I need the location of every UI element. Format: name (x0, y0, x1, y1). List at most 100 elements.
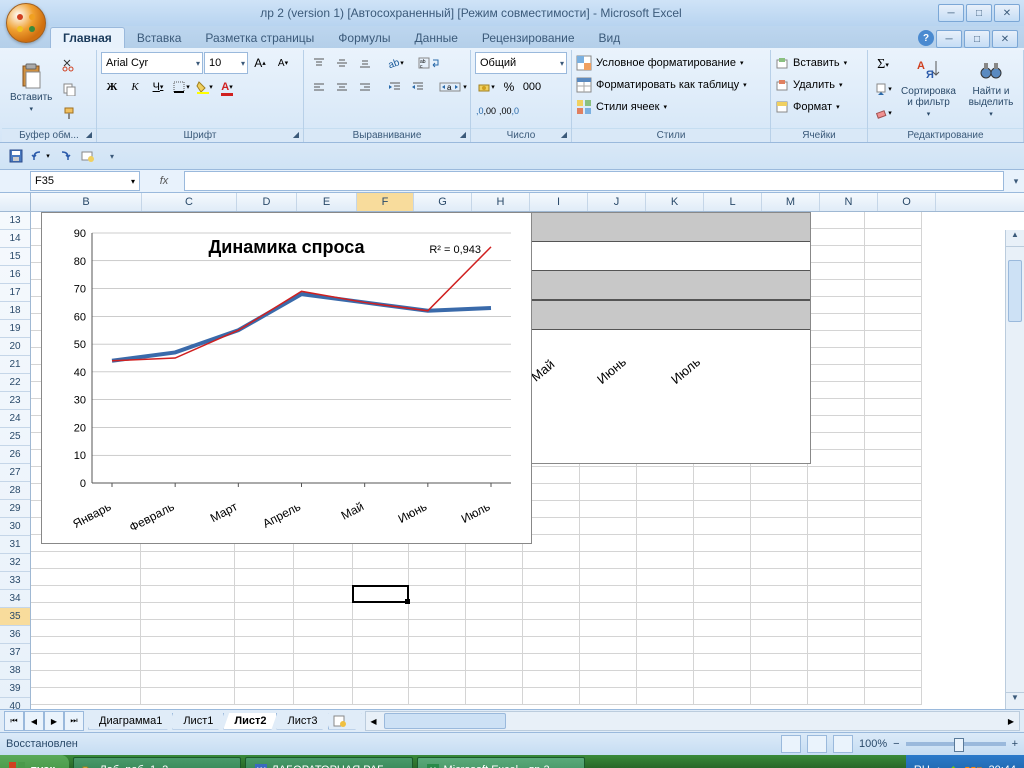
cell[interactable] (31, 688, 141, 705)
cell[interactable] (409, 603, 466, 620)
row-header[interactable]: 27 (0, 464, 30, 482)
name-box[interactable]: F35▾ (30, 171, 140, 191)
cell[interactable] (808, 586, 865, 603)
cell[interactable] (466, 654, 523, 671)
cell[interactable] (751, 535, 808, 552)
cell[interactable] (808, 416, 865, 433)
view-normal-button[interactable] (781, 735, 801, 753)
qat-custom-button[interactable] (78, 146, 98, 166)
cell[interactable] (580, 552, 637, 569)
cell[interactable] (808, 654, 865, 671)
cell[interactable] (141, 586, 235, 603)
cell[interactable] (235, 552, 294, 569)
cell[interactable] (694, 637, 751, 654)
merge-button[interactable]: a▾ (437, 76, 469, 98)
redo-button[interactable] (54, 146, 74, 166)
row-header[interactable]: 14 (0, 230, 30, 248)
wrap-text-button[interactable]: abc (414, 52, 446, 74)
cell[interactable] (235, 569, 294, 586)
cell[interactable] (31, 671, 141, 688)
align-top-button[interactable] (308, 52, 330, 74)
row-header[interactable]: 35 (0, 608, 30, 626)
cell[interactable] (694, 569, 751, 586)
cut-button[interactable] (58, 54, 80, 76)
cell[interactable] (580, 467, 637, 484)
cell[interactable] (580, 535, 637, 552)
percent-button[interactable]: % (498, 76, 520, 98)
copy-button[interactable] (58, 78, 80, 100)
cell[interactable] (523, 569, 580, 586)
cell[interactable] (580, 501, 637, 518)
insert-cells-button[interactable]: Вставить▾ (775, 52, 847, 74)
cell[interactable] (865, 654, 922, 671)
cell[interactable] (637, 654, 694, 671)
cell[interactable] (637, 501, 694, 518)
launcher-icon[interactable]: ◢ (84, 130, 94, 140)
cell[interactable] (409, 637, 466, 654)
row-header[interactable]: 34 (0, 590, 30, 608)
cell[interactable] (637, 552, 694, 569)
cell[interactable] (637, 671, 694, 688)
expand-formula-icon[interactable]: ▾ (1008, 176, 1024, 187)
cell[interactable] (694, 620, 751, 637)
cell[interactable] (808, 399, 865, 416)
cell[interactable] (409, 671, 466, 688)
tab-view[interactable]: Вид (587, 28, 633, 48)
cell[interactable] (694, 654, 751, 671)
cell[interactable] (865, 212, 922, 229)
cell[interactable] (751, 569, 808, 586)
cell[interactable] (808, 637, 865, 654)
cell[interactable] (409, 586, 466, 603)
cell[interactable] (865, 671, 922, 688)
cell[interactable] (235, 688, 294, 705)
col-header[interactable]: B (31, 193, 142, 211)
cell[interactable] (808, 280, 865, 297)
row-header[interactable]: 17 (0, 284, 30, 302)
cell[interactable] (31, 654, 141, 671)
cell[interactable] (353, 671, 409, 688)
minimize-button[interactable]: ─ (938, 4, 964, 22)
cell[interactable] (31, 552, 141, 569)
sheet-tab[interactable]: Лист3 (276, 713, 328, 730)
cell[interactable] (294, 671, 353, 688)
cell[interactable] (865, 280, 922, 297)
cell[interactable] (865, 535, 922, 552)
sheet-nav-first[interactable]: ⏮ (4, 711, 24, 731)
cell[interactable] (353, 620, 409, 637)
cell[interactable] (141, 603, 235, 620)
border-button[interactable]: ▾ (170, 76, 192, 98)
cell[interactable] (235, 603, 294, 620)
indent-dec-button[interactable] (384, 76, 406, 98)
cell[interactable] (808, 365, 865, 382)
delete-cells-button[interactable]: Удалить▾ (775, 74, 843, 96)
cell[interactable] (865, 552, 922, 569)
row-header[interactable]: 31 (0, 536, 30, 554)
align-right-button[interactable] (354, 76, 376, 98)
cell[interactable] (141, 569, 235, 586)
cell[interactable] (865, 620, 922, 637)
cell[interactable] (637, 620, 694, 637)
col-header[interactable]: G (414, 193, 472, 211)
tab-data[interactable]: Данные (403, 28, 470, 48)
cell[interactable] (141, 637, 235, 654)
cell[interactable] (637, 535, 694, 552)
cell[interactable] (808, 212, 865, 229)
shrink-font-button[interactable]: A▾ (272, 52, 294, 74)
clock[interactable]: 20:44 (988, 764, 1016, 768)
indent-inc-button[interactable] (407, 76, 429, 98)
cell[interactable] (353, 552, 409, 569)
cell[interactable] (865, 297, 922, 314)
tab-layout[interactable]: Разметка страницы (193, 28, 326, 48)
office-button[interactable] (6, 3, 46, 43)
row-header[interactable]: 25 (0, 428, 30, 446)
cell[interactable] (808, 688, 865, 705)
zoom-out-button[interactable]: − (893, 738, 899, 750)
col-header[interactable]: H (472, 193, 530, 211)
tray-icon[interactable]: ◐ (936, 764, 943, 768)
cell[interactable] (751, 518, 808, 535)
row-header[interactable]: 33 (0, 572, 30, 590)
underline-button[interactable]: Ч▾ (147, 76, 169, 98)
comma-button[interactable]: 000 (521, 76, 543, 98)
undo-button[interactable]: ▾ (30, 146, 50, 166)
cell[interactable] (865, 382, 922, 399)
